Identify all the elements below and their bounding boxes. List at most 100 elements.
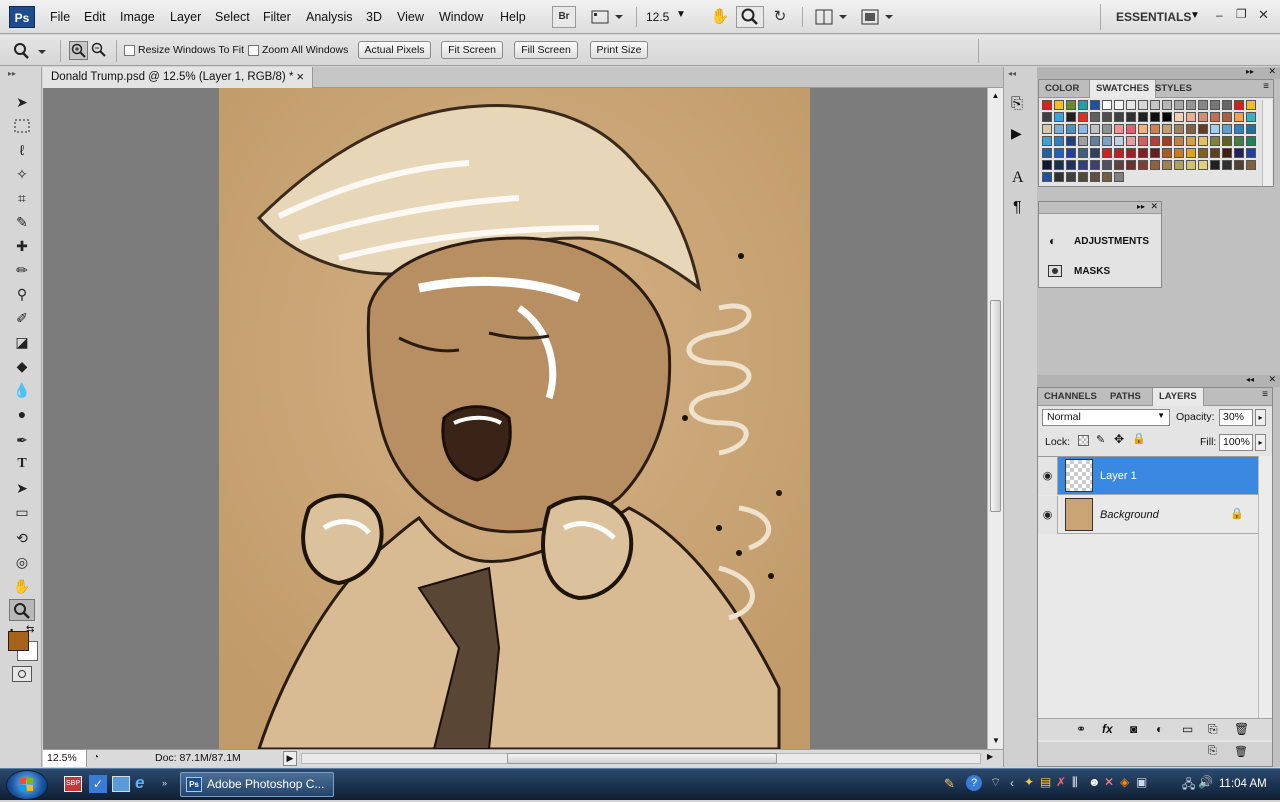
- color-swatch[interactable]: [1222, 160, 1232, 170]
- hand-tool-icon[interactable]: ✋: [9, 575, 35, 597]
- network-icon[interactable]: 🖧: [1182, 775, 1195, 796]
- color-swatch[interactable]: [1174, 100, 1184, 110]
- swatches-scrollbar[interactable]: [1262, 100, 1272, 186]
- color-swatch[interactable]: [1066, 136, 1076, 146]
- color-swatch[interactable]: [1210, 136, 1220, 146]
- color-swatch[interactable]: [1090, 160, 1100, 170]
- healing-brush-tool-icon[interactable]: ✚: [9, 235, 35, 257]
- history-panel-icon[interactable]: ⎘: [1011, 95, 1023, 112]
- status-menu-arrow-icon[interactable]: ▶: [283, 751, 297, 766]
- color-swatch[interactable]: [1102, 100, 1112, 110]
- taskbar-photoshop-button[interactable]: Ps Adobe Photoshop C...: [180, 772, 334, 797]
- color-swatch[interactable]: [1078, 112, 1088, 122]
- artwork-canvas[interactable]: [219, 88, 810, 749]
- color-swatch[interactable]: [1090, 124, 1100, 134]
- tab-layers[interactable]: LAYERS: [1152, 388, 1204, 406]
- color-swatch[interactable]: [1162, 136, 1172, 146]
- color-swatch[interactable]: [1162, 124, 1172, 134]
- tool-preset-picker[interactable]: [8, 41, 48, 61]
- color-swatch[interactable]: [1090, 136, 1100, 146]
- blur-tool-icon[interactable]: 💧: [9, 379, 35, 401]
- tray-collapse-icon[interactable]: ‹: [1010, 776, 1014, 790]
- vertical-scrollbar[interactable]: ▲ ▼: [987, 88, 1003, 749]
- fill-input[interactable]: 100%: [1219, 434, 1253, 451]
- color-swatch[interactable]: [1042, 136, 1052, 146]
- tray-app-icon-6[interactable]: ✕: [1104, 775, 1114, 789]
- adjustment-layer-icon[interactable]: ◐: [1156, 722, 1163, 736]
- tray-app-icon-5[interactable]: ☻: [1088, 775, 1101, 789]
- opacity-slider-arrow-icon[interactable]: ▸: [1255, 409, 1266, 426]
- color-swatch[interactable]: [1246, 100, 1256, 110]
- eye-icon[interactable]: ◉: [1038, 496, 1058, 534]
- color-swatch[interactable]: [1138, 100, 1148, 110]
- color-swatch[interactable]: [1138, 160, 1148, 170]
- color-swatch[interactable]: [1246, 124, 1256, 134]
- color-swatch[interactable]: [1222, 124, 1232, 134]
- tab-styles[interactable]: STYLES: [1149, 80, 1198, 98]
- shape-tool-icon[interactable]: ▭: [9, 501, 35, 523]
- close-dock-icon[interactable]: ✕: [1268, 66, 1276, 77]
- zoom-in-icon[interactable]: [69, 41, 88, 60]
- tray-app-icon-3[interactable]: ✗: [1056, 775, 1066, 789]
- color-swatch[interactable]: [1198, 136, 1208, 146]
- character-panel-icon[interactable]: A: [1012, 169, 1024, 187]
- color-swatch[interactable]: [1198, 148, 1208, 158]
- zoom-tool-icon[interactable]: [736, 6, 764, 28]
- chevron-down-icon[interactable]: ▼: [1190, 10, 1200, 21]
- delete-item-icon[interactable]: 🗑: [1234, 745, 1248, 758]
- color-swatch[interactable]: [1138, 112, 1148, 122]
- masks-label[interactable]: MASKS: [1074, 266, 1110, 277]
- quicklaunch-app-icon[interactable]: SBP: [64, 776, 82, 792]
- color-swatch[interactable]: [1150, 100, 1160, 110]
- quick-selection-tool-icon[interactable]: ✧: [9, 163, 35, 185]
- new-item-icon[interactable]: ⎘: [1208, 745, 1217, 758]
- color-swatch[interactable]: [1234, 112, 1244, 122]
- color-swatch[interactable]: [1186, 112, 1196, 122]
- color-swatch[interactable]: [1054, 148, 1064, 158]
- close-icon[interactable]: ✕: [1268, 374, 1276, 385]
- color-swatch[interactable]: [1126, 100, 1136, 110]
- foreground-color-swatch[interactable]: [8, 631, 29, 651]
- zoom-out-icon[interactable]: [90, 41, 109, 60]
- tray-app-icon-4[interactable]: ⫼: [1072, 775, 1078, 790]
- clock[interactable]: 11:04 AM: [1219, 778, 1267, 790]
- restore-icon[interactable]: ❐: [1236, 7, 1247, 21]
- menu-file[interactable]: File: [50, 10, 70, 24]
- menu-filter[interactable]: Filter: [263, 10, 291, 24]
- color-swatch[interactable]: [1114, 160, 1124, 170]
- color-swatch[interactable]: [1042, 100, 1052, 110]
- color-swatch[interactable]: [1138, 136, 1148, 146]
- color-swatch[interactable]: [1078, 124, 1088, 134]
- color-swatch[interactable]: [1222, 112, 1232, 122]
- adjustments-label[interactable]: ADJUSTMENTS: [1074, 236, 1149, 247]
- color-swatch[interactable]: [1234, 160, 1244, 170]
- actual-pixels-button[interactable]: Actual Pixels: [358, 41, 431, 59]
- color-swatch[interactable]: [1066, 148, 1076, 158]
- color-swatch[interactable]: [1222, 100, 1232, 110]
- color-swatch[interactable]: [1150, 136, 1160, 146]
- minimize-icon[interactable]: –: [1216, 8, 1223, 22]
- view-extras-button[interactable]: [588, 6, 626, 28]
- menu-3d[interactable]: 3D: [366, 10, 382, 24]
- color-swatch[interactable]: [1126, 124, 1136, 134]
- color-swatch[interactable]: [1210, 124, 1220, 134]
- color-swatch[interactable]: [1102, 124, 1112, 134]
- horizontal-scrollbar[interactable]: [301, 753, 981, 764]
- new-group-icon[interactable]: ▭: [1182, 722, 1193, 736]
- color-swatch[interactable]: [1186, 100, 1196, 110]
- blend-mode-select[interactable]: Normal ▼: [1042, 409, 1170, 426]
- tray-pen-icon[interactable]: ✎: [944, 776, 955, 792]
- eyedropper-tool-icon[interactable]: ✎: [9, 211, 35, 233]
- crop-tool-icon[interactable]: ⌗: [9, 187, 35, 209]
- color-swatch[interactable]: [1150, 148, 1160, 158]
- color-swatch[interactable]: [1066, 172, 1076, 182]
- move-tool-icon[interactable]: ➤: [9, 91, 35, 113]
- document-tab[interactable]: Donald Trump.psd @ 12.5% (Layer 1, RGB/8…: [43, 67, 313, 88]
- color-swatch[interactable]: [1042, 112, 1052, 122]
- color-swatch[interactable]: [1102, 136, 1112, 146]
- color-swatch[interactable]: [1150, 112, 1160, 122]
- 3d-orbit-tool-icon[interactable]: ◎: [9, 551, 35, 573]
- tray-app-icon-1[interactable]: ✦: [1024, 775, 1034, 789]
- color-swatch[interactable]: [1102, 160, 1112, 170]
- collapse-icon[interactable]: ▸▸: [1137, 202, 1145, 211]
